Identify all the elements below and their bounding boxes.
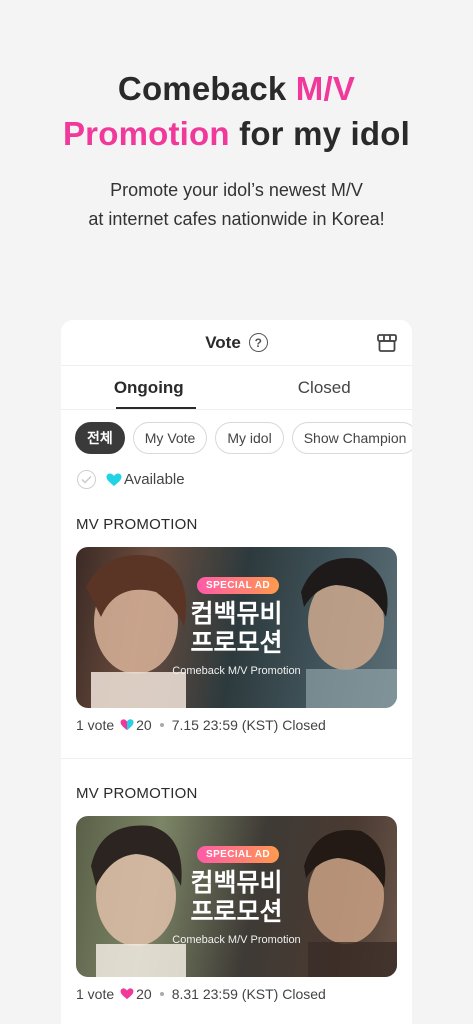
banner-title: 컴백뮤비 프로모션 bbox=[76, 599, 397, 657]
deadline: 7.15 23:59 (KST) Closed bbox=[171, 717, 326, 733]
gift-box-icon[interactable] bbox=[376, 332, 398, 354]
heart-icon bbox=[120, 719, 134, 731]
deadline: 8.31 23:59 (KST) Closed bbox=[171, 986, 326, 1002]
vote-title: Vote bbox=[205, 332, 241, 352]
filter-chips: 전체 My Vote My idol Show Champion bbox=[75, 422, 412, 454]
available-filter[interactable]: Available bbox=[77, 470, 185, 489]
banner-subtitle: Comeback M/V Promotion bbox=[172, 665, 301, 677]
vote-card: Vote ? Ongoing Closed 전체 My Vote My idol… bbox=[61, 320, 412, 1024]
banner-title-line1: 컴백뮤비 bbox=[190, 599, 283, 628]
item-divider bbox=[61, 758, 412, 759]
banner-title-line2: 프로모션 bbox=[190, 897, 283, 926]
item-meta: 1 vote 20 8.31 23:59 (KST) Closed bbox=[76, 986, 326, 1002]
separator-dot bbox=[159, 992, 164, 996]
filter-chip-my-vote[interactable]: My Vote bbox=[132, 422, 208, 454]
hero-title-text: for my idol bbox=[229, 115, 411, 152]
special-ad-badge: SPECIAL AD bbox=[197, 846, 280, 863]
promotion-banner[interactable]: SPECIAL AD 컴백뮤비 프로모션 Comeback M/V Promot… bbox=[76, 816, 397, 977]
banner-title-line2: 프로모션 bbox=[190, 628, 283, 657]
vote-count: 1 vote bbox=[76, 986, 115, 1002]
heart-icon bbox=[120, 988, 134, 1000]
hero-title-accent: Promotion bbox=[62, 115, 230, 152]
hero-subtitle-line1: Promote your idol’s newest M/V bbox=[110, 180, 363, 200]
help-icon[interactable]: ? bbox=[248, 333, 268, 352]
section-label: MV PROMOTION bbox=[76, 785, 198, 802]
tab-closed[interactable]: Closed bbox=[237, 366, 413, 409]
item-meta: 1 vote 20 7.15 23:59 (KST) Closed bbox=[76, 717, 326, 733]
filter-chip-my-idol[interactable]: My idol bbox=[215, 422, 284, 454]
banner-title: 컴백뮤비 프로모션 bbox=[76, 868, 397, 926]
tab-bar: Ongoing Closed bbox=[61, 366, 412, 410]
tab-active-indicator bbox=[116, 407, 196, 409]
filter-chip-all[interactable]: 전체 bbox=[75, 422, 125, 454]
hero-title-accent: M/V bbox=[295, 70, 356, 107]
heart-count: 20 bbox=[136, 986, 152, 1002]
hero-title-line2: Promotion for my idol bbox=[0, 115, 473, 153]
promotion-banner[interactable]: SPECIAL AD 컴백뮤비 프로모션 Comeback M/V Promot… bbox=[76, 547, 397, 708]
section-label: MV PROMOTION bbox=[76, 516, 198, 533]
tab-ongoing[interactable]: Ongoing bbox=[61, 366, 237, 409]
special-ad-badge: SPECIAL AD bbox=[197, 577, 280, 594]
check-icon[interactable] bbox=[77, 470, 96, 489]
card-header: Vote ? bbox=[61, 320, 412, 366]
hero-title-text: Comeback bbox=[117, 70, 296, 107]
banner-subtitle: Comeback M/V Promotion bbox=[172, 934, 301, 946]
filter-chip-show-champion[interactable]: Show Champion bbox=[291, 422, 412, 454]
available-label: Available bbox=[124, 471, 185, 488]
heart-count: 20 bbox=[136, 717, 152, 733]
banner-title-line1: 컴백뮤비 bbox=[190, 868, 283, 897]
hero-title-line1: Comeback M/V bbox=[0, 70, 473, 108]
heart-icon bbox=[106, 473, 122, 486]
separator-dot bbox=[159, 723, 164, 727]
vote-count: 1 vote bbox=[76, 717, 115, 733]
hero-subtitle-line2: at internet cafes nationwide in Korea! bbox=[88, 209, 385, 229]
